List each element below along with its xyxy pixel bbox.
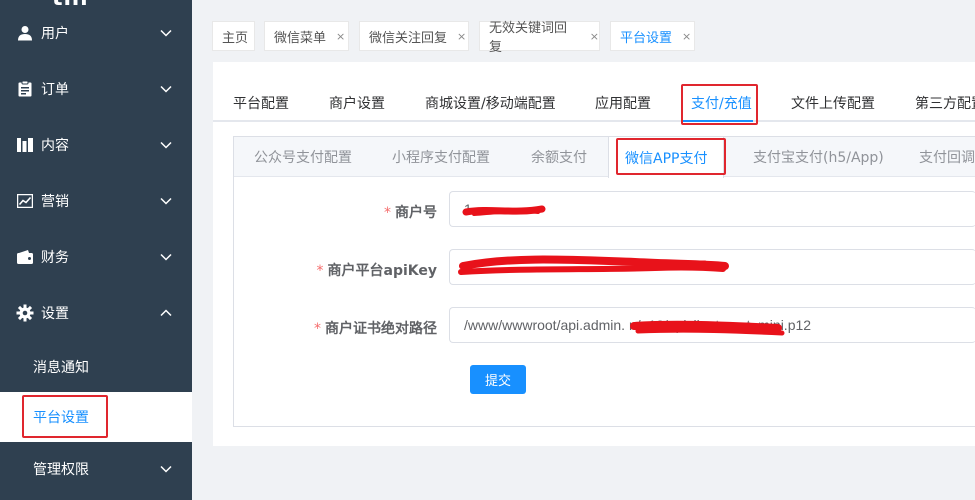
sidebar-item-users[interactable]: 用户 — [0, 5, 192, 61]
tag-home[interactable]: 主页 — [212, 21, 255, 51]
tab-mall-mobile-config[interactable]: 商城设置/移动端配置 — [425, 93, 556, 113]
field-value: 1 — [464, 201, 472, 217]
sub-tabs: 公众号支付配置 小程序支付配置 余额支付 微信APP支付 支付宝支付(h5/Ap… — [234, 137, 975, 178]
field-label: 商户号 — [395, 205, 437, 221]
field-value: /www/wwwroot/api.admin. n/p12/apiclient_… — [464, 317, 812, 333]
submit-button[interactable]: 提交 — [470, 365, 526, 394]
sidebar-item-label: 内容 — [41, 138, 69, 154]
tag-wechat-menu[interactable]: 微信菜单 × — [264, 21, 349, 51]
cert-path-input[interactable]: /www/wwwroot/api.admin. n/p12/apiclient_… — [449, 307, 975, 343]
cert-path-label: * 商户证书绝对路径 — [234, 318, 437, 338]
chevron-down-icon — [160, 27, 172, 39]
close-icon[interactable]: × — [590, 30, 599, 43]
chevron-down-icon — [160, 83, 172, 95]
content-icon — [16, 136, 34, 154]
tab-merchant-settings[interactable]: 商户设置 — [329, 93, 385, 113]
field-label: 商户证书绝对路径 — [325, 321, 437, 337]
subtab-alipay-pay[interactable]: 支付宝支付(h5/App) — [753, 137, 884, 177]
order-icon — [16, 80, 34, 98]
merchant-id-label: * 商户号 — [234, 202, 437, 222]
sidebar-subitem-label: 平台设置 — [33, 410, 89, 426]
tag-label: 无效关键词回复 — [489, 21, 568, 55]
tag-platform-settings[interactable]: 平台设置 × — [610, 21, 695, 51]
sidebar: thi 用户 订单 内容 营销 财务 — [0, 0, 192, 500]
wallet-icon — [16, 248, 34, 266]
sidebar-item-marketing[interactable]: 营销 — [0, 173, 192, 229]
sidebar-item-finance[interactable]: 财务 — [0, 229, 192, 285]
tab-file-upload-config[interactable]: 文件上传配置 — [791, 93, 875, 113]
top-tabs: 平台配置 商户设置 商城设置/移动端配置 应用配置 支付/充值 文件上传配置 第… — [213, 62, 975, 122]
subtab-mini-program-pay[interactable]: 小程序支付配置 — [392, 137, 490, 177]
tab-third-party-config[interactable]: 第三方配置 — [915, 93, 975, 113]
sidebar-item-label: 用户 — [41, 26, 69, 42]
tab-platform-config[interactable]: 平台配置 — [233, 93, 289, 113]
tag-invalid-keyword-reply[interactable]: 无效关键词回复 × — [479, 21, 600, 55]
required-mark: * — [314, 321, 321, 337]
tab-app-config[interactable]: 应用配置 — [595, 93, 651, 113]
chevron-down-icon — [160, 251, 172, 263]
subtab-official-account-pay[interactable]: 公众号支付配置 — [254, 137, 352, 177]
settings-card: 平台配置 商户设置 商城设置/移动端配置 应用配置 支付/充值 文件上传配置 第… — [213, 62, 975, 446]
tab-payment-recharge[interactable]: 支付/充值 — [691, 93, 752, 113]
sidebar-item-label: 设置 — [41, 306, 69, 322]
sidebar-subitem-label: 管理权限 — [33, 462, 89, 478]
tag-label: 主页 — [222, 30, 249, 46]
sidebar-subitem-platform-settings[interactable]: 平台设置 — [0, 392, 192, 442]
tag-label: 微信菜单 — [274, 30, 327, 46]
api-key-label: * 商户平台apiKey — [234, 260, 438, 280]
chevron-down-icon — [160, 461, 172, 477]
sidebar-subitem-notifications[interactable]: 消息通知 — [0, 342, 192, 392]
tag-follow-reply[interactable]: 微信关注回复 × — [359, 21, 469, 51]
required-mark: * — [384, 205, 391, 221]
payment-panel: 公众号支付配置 小程序支付配置 余额支付 微信APP支付 支付宝支付(h5/Ap… — [233, 136, 975, 427]
sidebar-subitem-label: 消息通知 — [33, 360, 89, 376]
sidebar-item-label: 财务 — [41, 250, 69, 266]
tags-bar: 主页 微信菜单 × 微信关注回复 × 无效关键词回复 × 平台设置 × — [192, 0, 975, 62]
sidebar-subitem-permissions[interactable]: 管理权限 — [0, 444, 192, 494]
field-label: 商户平台apiKey — [327, 263, 438, 279]
sidebar-item-label: 订单 — [41, 82, 69, 98]
subtab-balance-pay[interactable]: 余额支付 — [531, 137, 587, 177]
user-icon — [16, 24, 34, 42]
chevron-down-icon — [160, 139, 172, 151]
merchant-id-input[interactable]: 1 — [449, 191, 975, 227]
sidebar-item-orders[interactable]: 订单 — [0, 61, 192, 117]
tag-label: 微信关注回复 — [369, 30, 448, 46]
sidebar-item-label: 营销 — [41, 194, 69, 210]
close-icon[interactable]: × — [336, 30, 345, 43]
api-key-input[interactable] — [449, 249, 975, 285]
sidebar-item-settings[interactable]: 设置 — [0, 285, 192, 341]
gear-icon — [16, 304, 34, 322]
chevron-down-icon — [160, 195, 172, 207]
chevron-up-icon — [160, 307, 172, 319]
subtab-pay-callback[interactable]: 支付回调 — [919, 137, 975, 177]
tag-label: 平台设置 — [620, 30, 673, 46]
active-tab-underline — [683, 120, 753, 122]
sidebar-item-content[interactable]: 内容 — [0, 117, 192, 173]
close-icon[interactable]: × — [457, 30, 466, 43]
subtab-wechat-app-pay[interactable]: 微信APP支付 — [608, 137, 725, 178]
close-icon[interactable]: × — [682, 30, 691, 43]
marketing-icon — [16, 192, 34, 210]
required-mark: * — [316, 263, 324, 279]
